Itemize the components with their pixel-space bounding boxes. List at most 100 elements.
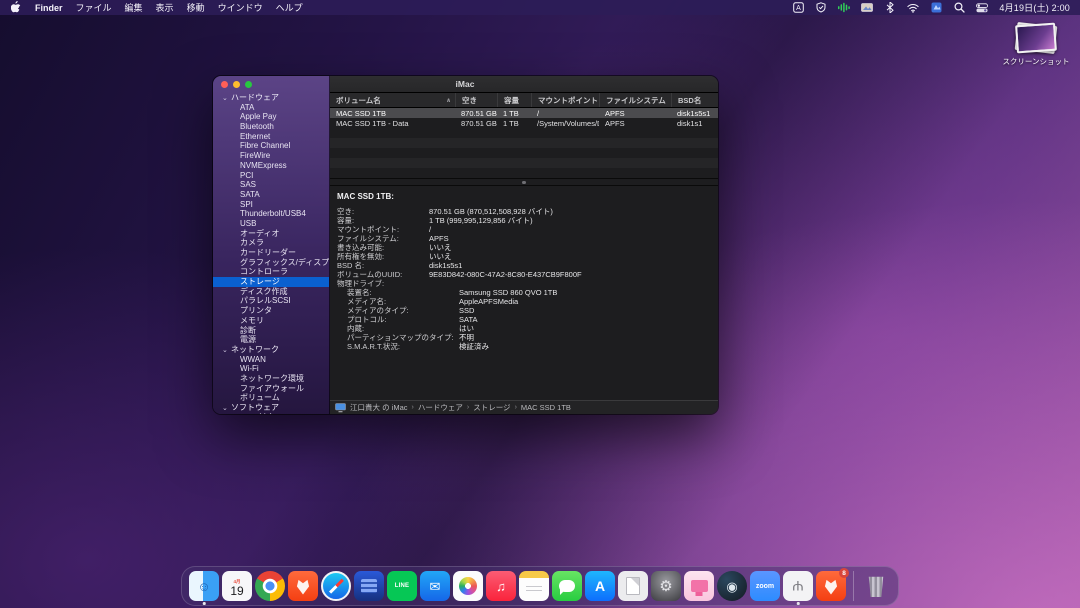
volume-row-0[interactable]: MAC SSD 1TB870.51 GB1 TB/APFSdisk1s5s1 <box>330 108 718 118</box>
sidebar-item-fibre-channel[interactable]: Fibre Channel <box>213 141 329 151</box>
blue-app-icon[interactable] <box>930 2 942 13</box>
wifi-icon[interactable] <box>907 2 919 13</box>
breadcrumb-part-1[interactable]: ハードウェア <box>418 402 463 413</box>
column-header-0[interactable]: ボリューム名∧ <box>330 93 455 107</box>
dock: ☺4月19 LINE✉ ♫ A ⚙ ◉zoomΨ 8 <box>181 566 899 606</box>
sidebar-item-ata[interactable]: ATA <box>213 103 329 113</box>
sidebar-category-list: ⌄ハードウェアATAApple PayBluetoothEthernetFibr… <box>213 92 329 414</box>
volume-row-1[interactable]: MAC SSD 1TB - Data870.51 GB1 TB/System/V… <box>330 118 718 128</box>
steam-dock-icon[interactable]: ◉ <box>717 571 747 601</box>
finder-dock-icon[interactable]: ☺ <box>189 571 219 601</box>
cell: APFS <box>599 109 671 118</box>
safari-dock-icon[interactable] <box>321 571 351 601</box>
sidebar-item--[interactable]: ネットワーク環境 <box>213 374 329 384</box>
breadcrumb[interactable]: 江口貴大 の iMac›ハードウェア›ストレージ›MAC SSD 1TB <box>350 402 571 413</box>
sidebar-item--[interactable]: 電源 <box>213 335 329 345</box>
menu-bar-clock[interactable]: 4月19日(土) 2:00 <box>999 1 1070 14</box>
trash-dock-icon[interactable] <box>861 571 891 601</box>
files-dock-icon[interactable] <box>354 571 384 601</box>
column-header-1[interactable]: 空き <box>455 93 497 107</box>
sidebar-item-ethernet[interactable]: Ethernet <box>213 132 329 142</box>
sidebar-item--[interactable]: ⌄ハードウェア <box>213 93 329 103</box>
column-header-2[interactable]: 容量 <box>497 93 531 107</box>
app-cleaner-dock-icon[interactable]: Ψ <box>783 571 813 601</box>
sidebar-item-wwan[interactable]: WWAN <box>213 355 329 365</box>
calendar-dock-icon[interactable]: 4月19 <box>222 571 252 601</box>
control-center-icon[interactable] <box>976 2 988 13</box>
sidebar-item--[interactable]: ディスク作成 <box>213 287 329 297</box>
apple-menu-icon[interactable] <box>10 2 22 13</box>
column-header-4[interactable]: ファイルシステム <box>599 93 671 107</box>
waveform-icon[interactable] <box>838 2 850 13</box>
mail-dock-icon[interactable]: ✉ <box>420 571 450 601</box>
breadcrumb-part-0[interactable]: 江口貴大 の iMac <box>350 402 408 413</box>
running-indicator <box>203 602 206 605</box>
sidebar-item--[interactable]: 診断 <box>213 326 329 336</box>
column-header-5[interactable]: BSD名 <box>671 93 718 107</box>
notes-dock-icon[interactable] <box>519 571 549 601</box>
brave-dock-icon[interactable] <box>288 571 318 601</box>
sidebar-item-wi-fi[interactable]: Wi-Fi <box>213 364 329 374</box>
sidebar-item-firewire[interactable]: FireWire <box>213 151 329 161</box>
menu-finder[interactable]: Finder <box>35 3 63 13</box>
input-source-icon[interactable]: A <box>792 2 804 13</box>
sidebar-item--[interactable]: メモリ <box>213 316 329 326</box>
sidebar-item--[interactable]: ⌄ソフトウェア <box>213 403 329 413</box>
brave-beta-dock-icon[interactable]: 8 <box>816 571 846 601</box>
menu-window[interactable]: ウインドウ <box>218 1 263 14</box>
sidebar-item-usb[interactable]: USB <box>213 219 329 229</box>
spotlight-icon[interactable] <box>953 2 965 13</box>
close-button[interactable] <box>221 81 228 88</box>
music-dock-icon[interactable]: ♫ <box>486 571 516 601</box>
zoom-button[interactable] <box>245 81 252 88</box>
screenshot-file-label: スクリーンショット <box>1000 56 1072 67</box>
chrome-dock-icon[interactable] <box>255 571 285 601</box>
app-store-dock-icon[interactable]: A <box>585 571 615 601</box>
sidebar-item-pci[interactable]: PCI <box>213 171 329 181</box>
sidebar-item-apple-pay[interactable]: Apple Pay <box>213 112 329 122</box>
menu-view[interactable]: 表示 <box>156 1 174 14</box>
sidebar-item-nvmexpress[interactable]: NVMExpress <box>213 161 329 171</box>
breadcrumb-part-3[interactable]: MAC SSD 1TB <box>521 403 571 412</box>
svg-text:A: A <box>796 5 801 12</box>
sidebar-item-sata[interactable]: SATA <box>213 190 329 200</box>
sidebar-item--[interactable]: ⌄ネットワーク <box>213 345 329 355</box>
menu-edit[interactable]: 編集 <box>125 1 143 14</box>
sidebar-item--[interactable]: ボリューム <box>213 393 329 403</box>
sidebar-item--[interactable]: ファイアウォール <box>213 384 329 394</box>
sidebar-item--[interactable]: グラフィックス/ディスプレイ <box>213 258 329 268</box>
detail-field: BSD 名:disk1s5s1 <box>337 261 718 270</box>
photos-dock-icon[interactable] <box>453 571 483 601</box>
bluetooth-icon[interactable] <box>884 2 896 13</box>
zoom-dock-icon[interactable]: zoom <box>750 571 780 601</box>
line-dock-icon[interactable]: LINE <box>387 571 417 601</box>
sidebar-item-thunderbolt-usb4[interactable]: Thunderbolt/USB4 <box>213 209 329 219</box>
sidebar-item--scsi[interactable]: パラレルSCSI <box>213 296 329 306</box>
sidebar-item--[interactable]: カードリーダー <box>213 248 329 258</box>
sidebar-item--[interactable]: コントローラ <box>213 267 329 277</box>
title-bar[interactable]: iMac <box>330 76 718 93</box>
screen-share-icon[interactable] <box>861 2 873 13</box>
notification-badge: 8 <box>839 568 849 578</box>
menu-go[interactable]: 移動 <box>187 1 205 14</box>
sidebar-item--[interactable]: プリンタ <box>213 306 329 316</box>
sidebar-item--[interactable]: ストレージ <box>213 277 329 287</box>
cell: 1 TB <box>497 119 531 128</box>
system-settings-dock-icon[interactable]: ⚙ <box>651 571 681 601</box>
messages-dock-icon[interactable] <box>552 571 582 601</box>
sidebar-item--[interactable]: カメラ <box>213 238 329 248</box>
menu-file[interactable]: ファイル <box>76 1 112 14</box>
documents-dock-icon[interactable] <box>618 571 648 601</box>
display-app-dock-icon[interactable] <box>684 571 714 601</box>
sidebar-item-bluetooth[interactable]: Bluetooth <box>213 122 329 132</box>
column-header-3[interactable]: マウントポイント <box>531 93 599 107</box>
minimize-button[interactable] <box>233 81 240 88</box>
sidebar-item-sas[interactable]: SAS <box>213 180 329 190</box>
menu-help[interactable]: ヘルプ <box>276 1 303 14</box>
sidebar-item--[interactable]: オーディオ <box>213 229 329 239</box>
shield-icon[interactable] <box>815 2 827 13</box>
pane-splitter[interactable] <box>330 178 718 186</box>
desktop-screenshot-file[interactable]: スクリーンショット <box>1000 24 1072 67</box>
breadcrumb-part-2[interactable]: ストレージ <box>473 402 510 413</box>
sidebar-item-spi[interactable]: SPI <box>213 200 329 210</box>
